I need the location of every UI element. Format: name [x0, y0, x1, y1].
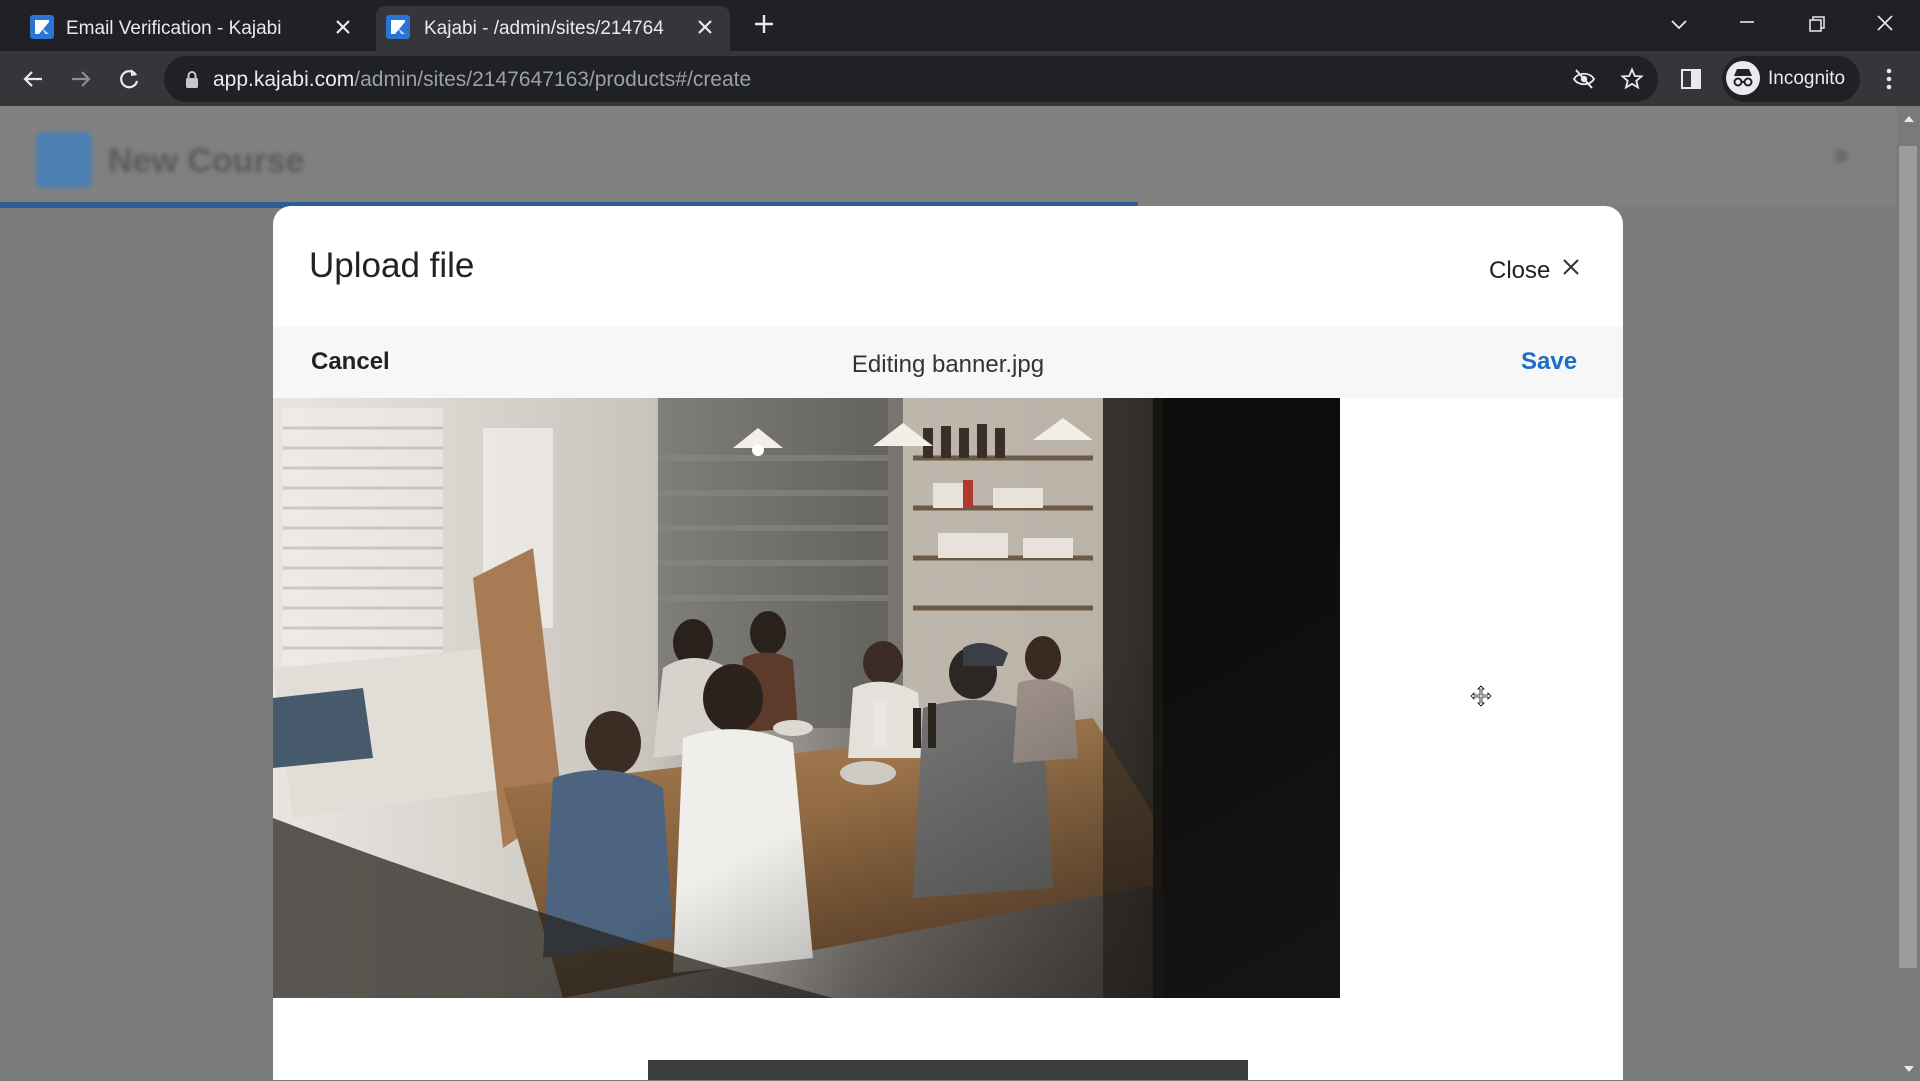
- course-header: New Course: [0, 106, 1897, 206]
- tab-title: Kajabi - /admin/sites/214764716: [424, 18, 664, 39]
- scroll-up-arrow-icon[interactable]: [1902, 112, 1916, 126]
- browser-toolbar: app.kajabi.com/admin/sites/2147647163/pr…: [0, 51, 1920, 106]
- tab-close-icon[interactable]: [694, 16, 716, 38]
- scrollbar-thumb[interactable]: [1899, 146, 1917, 968]
- move-cursor-icon: [1469, 684, 1493, 708]
- course-logo-icon: [36, 132, 92, 188]
- course-title: New Course: [108, 142, 305, 180]
- close-button[interactable]: Close: [1489, 256, 1582, 285]
- image-editor-bar: Cancel Editing banner.jpg Save: [273, 326, 1623, 398]
- browser-tab-bar: Email Verification - Kajabi Kajabi - /ad…: [0, 0, 1920, 51]
- restore-icon[interactable]: [1802, 10, 1832, 40]
- incognito-label: Incognito: [1768, 68, 1846, 89]
- forward-arrow-icon[interactable]: [66, 64, 96, 94]
- kajabi-favicon-icon: [386, 15, 410, 39]
- bookmark-star-icon[interactable]: [1620, 67, 1644, 91]
- close-x-icon: [1560, 256, 1582, 285]
- back-arrow-icon[interactable]: [18, 64, 48, 94]
- banner-image-canvas[interactable]: [273, 398, 1340, 998]
- side-panel-icon[interactable]: [1676, 64, 1706, 94]
- tab-kajabi-admin[interactable]: Kajabi - /admin/sites/214764716: [376, 6, 730, 51]
- url-path: /admin/sites/2147647163/products#/create: [354, 68, 752, 91]
- address-bar[interactable]: app.kajabi.com/admin/sites/2147647163/pr…: [164, 56, 1658, 102]
- lock-icon[interactable]: [184, 70, 200, 88]
- header-close-icon: [1835, 150, 1847, 162]
- tab-email-verification[interactable]: Email Verification - Kajabi: [0, 6, 368, 51]
- minimize-icon[interactable]: [1732, 10, 1762, 40]
- modal-title: Upload file: [309, 246, 475, 285]
- more-menu-icon[interactable]: [1874, 64, 1904, 94]
- tab-search-chevron-down-icon[interactable]: [1664, 10, 1694, 40]
- close-label: Close: [1489, 256, 1551, 284]
- kajabi-favicon-icon: [30, 15, 54, 39]
- tracking-eye-off-icon[interactable]: [1572, 67, 1596, 91]
- tab-close-icon[interactable]: [332, 16, 354, 38]
- scroll-down-arrow-icon[interactable]: [1902, 1062, 1916, 1076]
- incognito-icon: [1726, 61, 1760, 95]
- url-text[interactable]: app.kajabi.com/admin/sites/2147647163/pr…: [213, 68, 751, 92]
- image-editor-toolbar[interactable]: [648, 1060, 1248, 1080]
- reload-icon[interactable]: [114, 64, 144, 94]
- window-close-icon[interactable]: [1870, 10, 1900, 40]
- save-button[interactable]: Save: [1521, 348, 1577, 376]
- incognito-profile-button[interactable]: Incognito: [1722, 56, 1860, 102]
- editing-filename: Editing banner.jpg: [851, 351, 1045, 378]
- tab-title: Email Verification - Kajabi: [66, 18, 282, 39]
- upload-file-modal: Upload file Close Cancel Editing banner.…: [273, 206, 1623, 1080]
- url-host: app.kajabi.com: [213, 68, 355, 91]
- new-tab-plus-icon[interactable]: [752, 12, 776, 36]
